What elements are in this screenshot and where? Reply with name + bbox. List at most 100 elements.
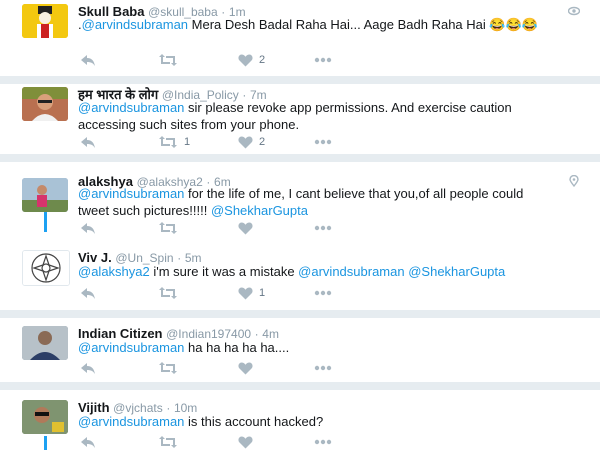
text-line-2: accessing such sites from your phone. [78, 117, 300, 132]
more-button[interactable] [314, 434, 332, 450]
text-body: is this account hacked? [184, 414, 324, 429]
avatar[interactable] [22, 326, 68, 360]
like-button[interactable] [238, 220, 253, 236]
retweet-icon [159, 436, 177, 448]
avatar[interactable] [22, 250, 70, 286]
eye-icon[interactable] [567, 4, 581, 16]
mention-link[interactable]: @ShekharGupta [408, 264, 505, 279]
more-button[interactable] [314, 52, 332, 68]
spiral-logo-icon [23, 251, 69, 285]
avatar[interactable] [22, 178, 68, 212]
conversation-thread: alakshya @alakshya2 · 6m @arvindsubraman… [0, 162, 600, 310]
person-avatar-icon [22, 87, 68, 121]
text-body: Mera Desh Badal Raha Hai... Aage Badh Ra… [188, 17, 538, 32]
text-line-2: tweet such pictures!!!!! [78, 203, 211, 218]
retweet-count: 1 [184, 136, 191, 148]
reply-icon [81, 288, 95, 299]
mention-link[interactable]: @alakshya2 [78, 264, 150, 279]
person-avatar-icon [22, 326, 68, 360]
heart-icon [238, 287, 253, 299]
more-button[interactable] [314, 220, 332, 236]
reply-button[interactable] [80, 360, 96, 376]
retweet-button[interactable] [158, 52, 184, 68]
like-count: 1 [259, 287, 266, 299]
mention-link[interactable]: @arvindsubraman [78, 414, 184, 429]
mention-link[interactable]: @arvindsubraman [78, 100, 184, 115]
tweet-text: @arvindsubraman for the life of me, I ca… [78, 185, 568, 219]
more-dots-icon [314, 225, 332, 231]
heart-icon [238, 136, 253, 148]
mention-link[interactable]: @arvindsubraman [78, 186, 184, 201]
more-button[interactable] [314, 285, 332, 301]
avatar[interactable] [22, 400, 68, 434]
tweet-actions: 2 [78, 52, 378, 68]
avatar[interactable] [22, 4, 68, 38]
tweet-text: @arvindsubraman is this account hacked? [78, 413, 568, 430]
mention-link[interactable]: @ShekharGupta [211, 203, 308, 218]
tweet-text: @arvindsubraman sir please revoke app pe… [78, 99, 568, 133]
heart-icon [238, 54, 253, 66]
location-pin-icon[interactable] [568, 174, 580, 188]
tweet-5[interactable]: Indian Citizen @Indian197400 · 4m @arvin… [0, 318, 600, 382]
skull-avatar-icon [22, 4, 68, 38]
text-line-1: for the life of me, I cant believe that … [184, 186, 524, 201]
text-line-1: sir please revoke app permissions. And e… [184, 100, 512, 115]
reply-icon [81, 137, 95, 148]
heart-icon [238, 436, 253, 448]
reply-button[interactable] [80, 52, 96, 68]
tweet-actions [78, 360, 378, 376]
heart-icon [238, 362, 253, 374]
reply-button[interactable] [80, 220, 96, 236]
mention-link[interactable]: @arvindsubraman [298, 264, 404, 279]
heart-icon [238, 222, 253, 234]
avatar[interactable] [22, 87, 68, 121]
tweet-text: @arvindsubraman ha ha ha ha ha.... [78, 339, 568, 356]
mention-link[interactable]: @arvindsubraman [78, 340, 184, 355]
reply-button[interactable] [80, 285, 96, 301]
person-avatar-icon [22, 178, 68, 212]
reply-button[interactable] [80, 134, 96, 150]
more-dots-icon [314, 365, 332, 371]
retweet-icon [159, 362, 177, 374]
reply-icon [81, 223, 95, 234]
more-dots-icon [314, 290, 332, 296]
tweet-feed: Skull Baba @skull_baba · 1m .@arvindsubr… [0, 0, 600, 450]
more-button[interactable] [314, 360, 332, 376]
retweet-button[interactable] [158, 285, 178, 301]
tweet-actions [78, 220, 378, 236]
like-count: 2 [259, 54, 266, 66]
thread-connector-line [44, 436, 47, 450]
like-button[interactable] [238, 360, 253, 376]
more-dots-icon [314, 57, 332, 63]
text-body: ha ha ha ha ha.... [184, 340, 290, 355]
retweet-button[interactable]: 1 [158, 134, 190, 150]
retweet-button[interactable] [158, 360, 178, 376]
more-dots-icon [314, 139, 332, 145]
feed-divider [0, 154, 600, 162]
reply-icon [81, 363, 95, 374]
like-button[interactable]: 2 [238, 52, 265, 68]
person-avatar-icon [22, 400, 68, 434]
tweet-2[interactable]: हम भारत के लोग @India_Policy · 7m @arvin… [0, 84, 600, 154]
tweet-1[interactable]: Skull Baba @skull_baba · 1m .@arvindsubr… [0, 0, 600, 76]
tweet-text: @alakshya2 i'm sure it was a mistake @ar… [78, 263, 568, 280]
like-count: 2 [259, 136, 266, 148]
retweet-icon [159, 287, 177, 299]
retweet-icon [159, 54, 177, 66]
more-dots-icon [314, 439, 332, 445]
like-button[interactable] [238, 434, 253, 450]
reply-icon [81, 55, 95, 66]
retweet-button[interactable] [158, 434, 178, 450]
text-body: i'm sure it was a mistake [149, 264, 299, 279]
tweet-6[interactable]: Vijith @vjchats · 10m @arvindsubraman is… [0, 390, 600, 450]
feed-divider [0, 76, 600, 84]
reply-button[interactable] [80, 434, 96, 450]
like-button[interactable]: 2 [238, 134, 265, 150]
more-button[interactable] [314, 134, 332, 150]
retweet-button[interactable] [158, 220, 178, 236]
retweet-icon [159, 136, 177, 148]
like-button[interactable]: 1 [238, 285, 265, 301]
feed-divider [0, 310, 600, 318]
mention-link[interactable]: @arvindsubraman [82, 17, 188, 32]
retweet-icon [159, 222, 177, 234]
